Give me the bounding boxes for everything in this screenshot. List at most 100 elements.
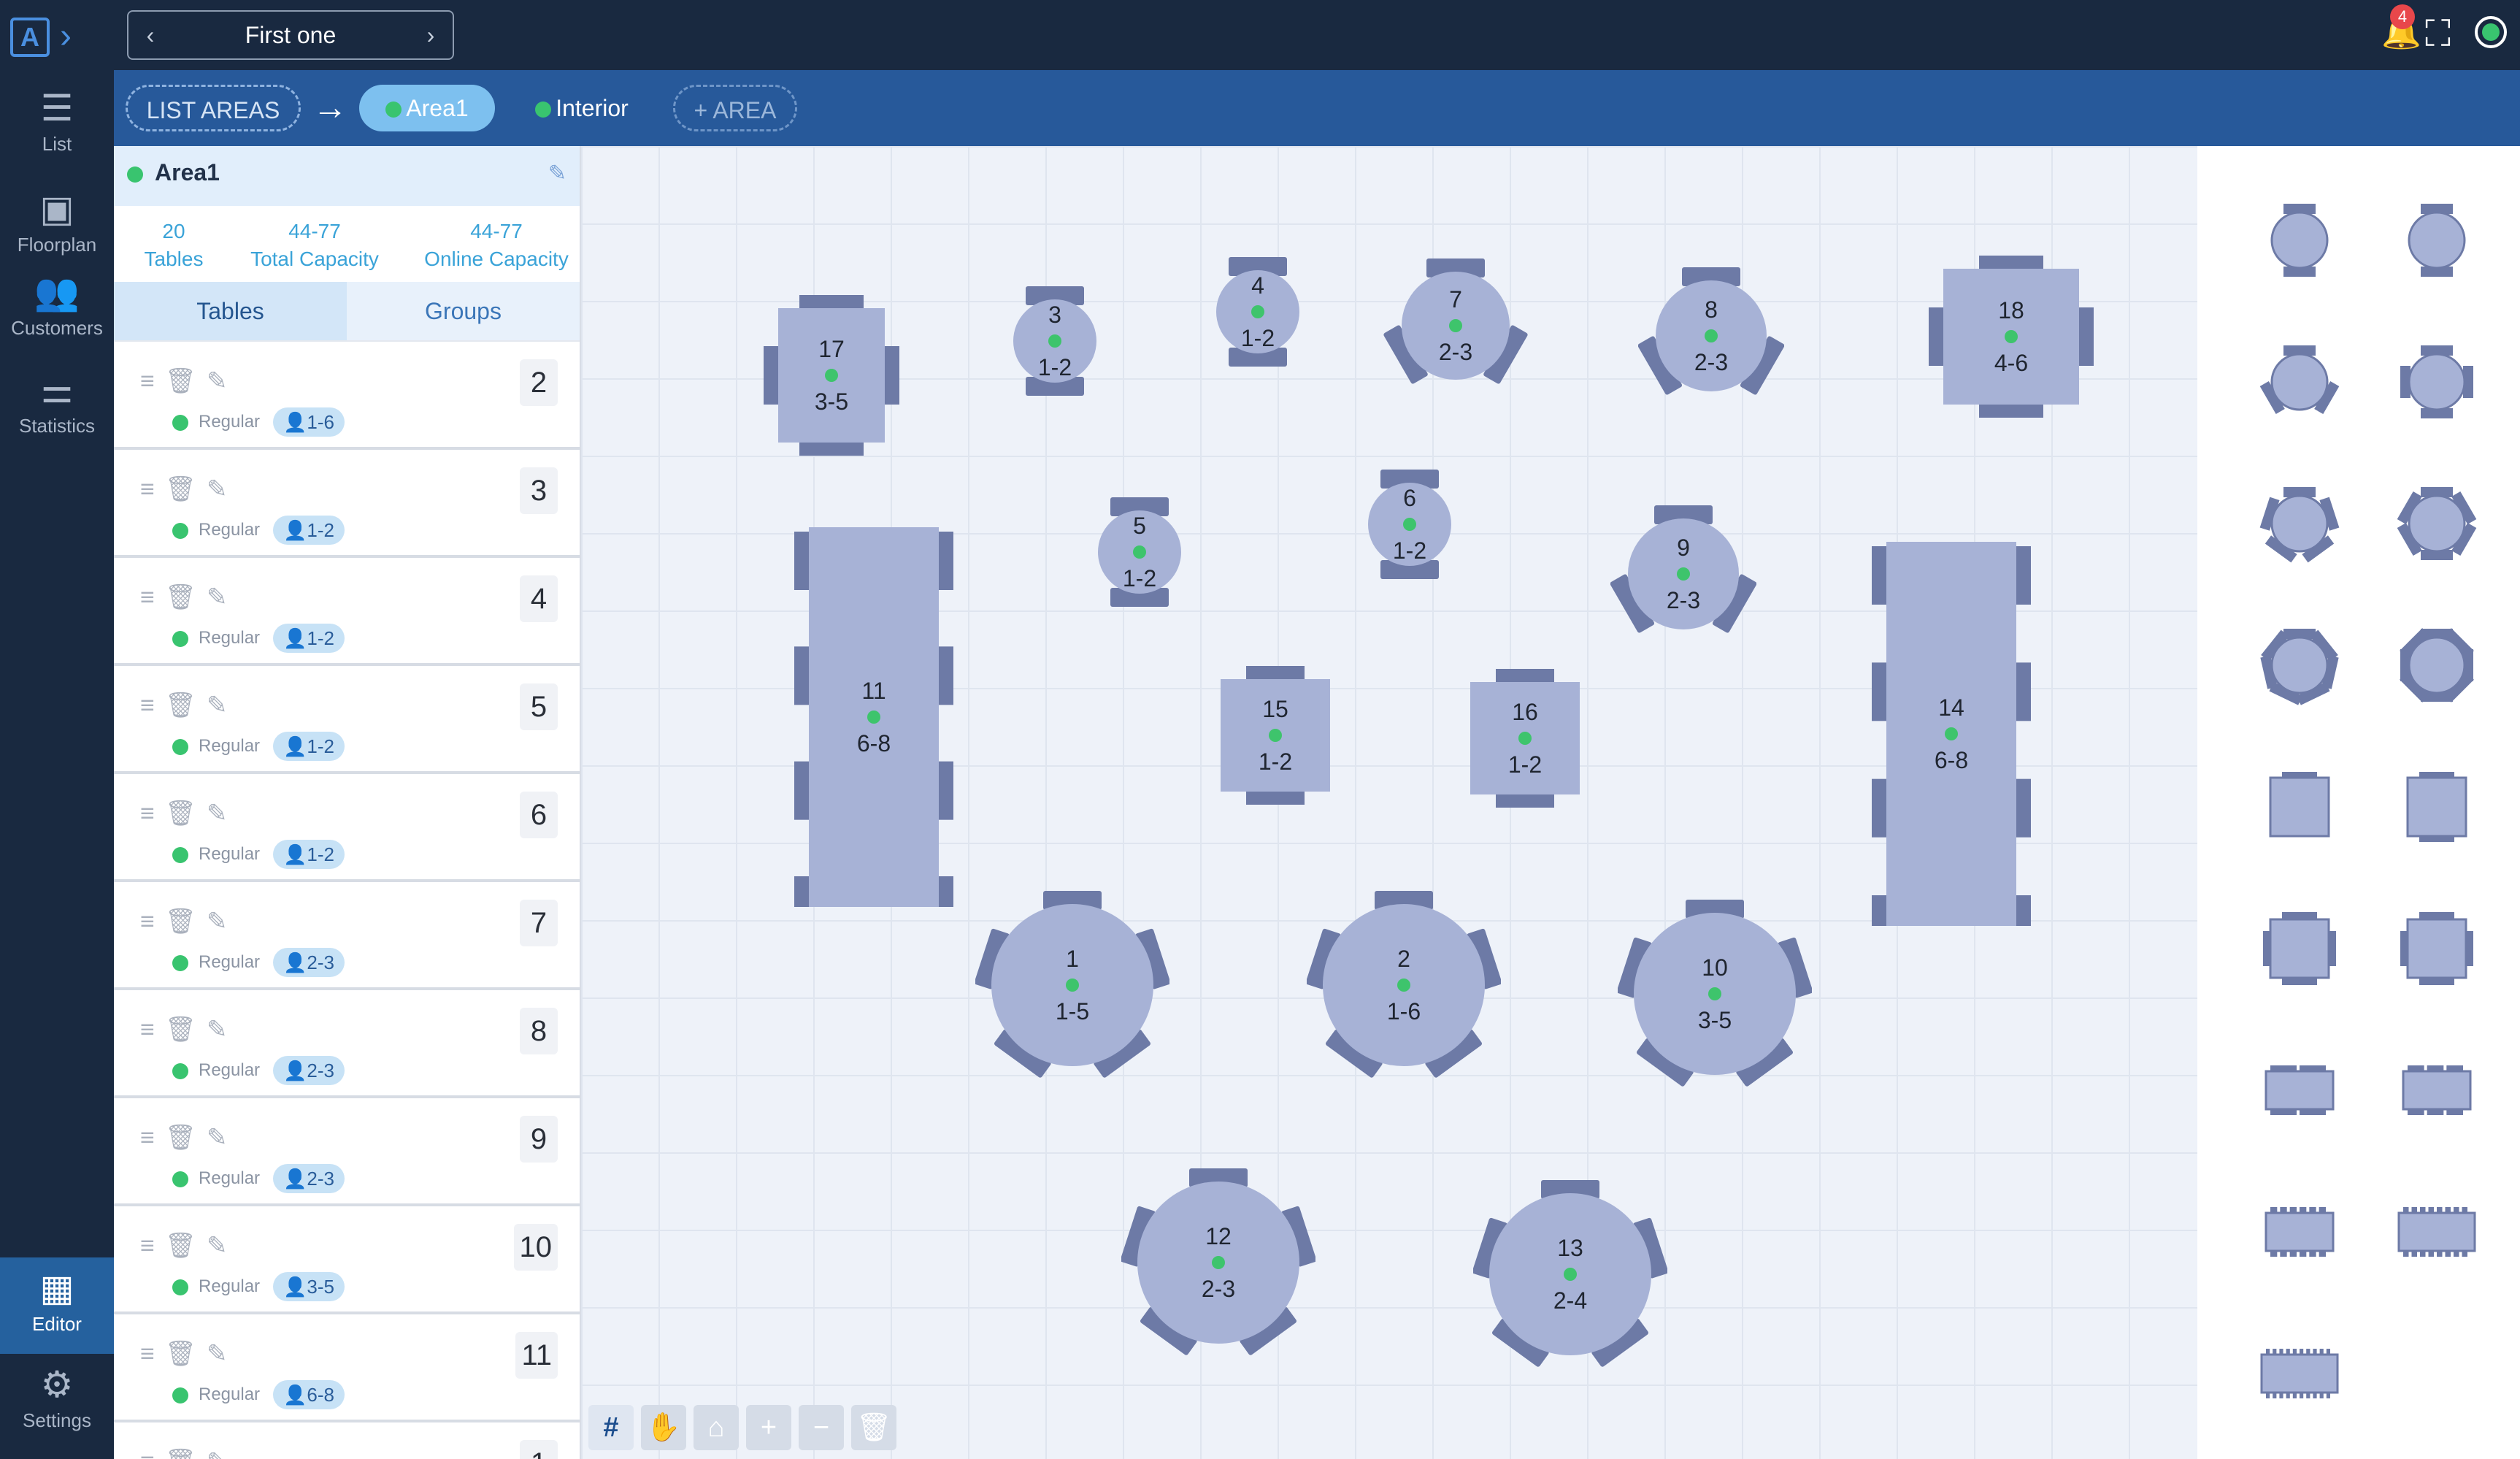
- table-4[interactable]: 4 1-2: [1203, 242, 1313, 381]
- table-11[interactable]: 11 6-8: [794, 527, 953, 907]
- online-status-icon[interactable]: [2475, 16, 2507, 48]
- palette-sq4[interactable]: [2256, 901, 2343, 996]
- table-row[interactable]: ≡🗑✎ 11 Regular 👤6-8: [114, 1314, 580, 1422]
- drag-handle-icon[interactable]: ≡: [140, 692, 165, 719]
- palette-round7[interactable]: [2256, 618, 2343, 713]
- table-row[interactable]: ≡🗑✎ 6 Regular 👤1-2: [114, 774, 580, 882]
- drag-handle-icon[interactable]: ≡: [140, 908, 165, 935]
- table-3[interactable]: 3 1-2: [1000, 272, 1110, 410]
- table-8[interactable]: 8 2-3: [1638, 264, 1784, 407]
- trash-icon[interactable]: 🗑: [165, 1340, 207, 1368]
- edit-icon[interactable]: ✎: [207, 1016, 238, 1043]
- table-18[interactable]: 18 4-6: [1929, 256, 2094, 418]
- table-row[interactable]: ≡🗑✎ 8 Regular 👤2-3: [114, 990, 580, 1098]
- edit-icon[interactable]: ✎: [207, 1448, 238, 1459]
- drag-handle-icon[interactable]: ≡: [140, 583, 165, 611]
- trash-icon[interactable]: 🗑: [165, 692, 207, 719]
- edit-icon[interactable]: ✎: [207, 1340, 238, 1368]
- table-row[interactable]: ≡🗑✎ 4 Regular 👤1-2: [114, 558, 580, 666]
- edit-icon[interactable]: ✎: [207, 367, 238, 395]
- floorplan-selector[interactable]: ‹ First one ›: [127, 10, 454, 60]
- trash-icon[interactable]: 🗑: [165, 1448, 207, 1459]
- palette-sq2[interactable]: [2393, 759, 2481, 854]
- drag-handle-icon[interactable]: ≡: [140, 475, 165, 503]
- trash-icon[interactable]: 🗑: [165, 1124, 207, 1152]
- trash-icon[interactable]: 🗑: [165, 908, 207, 935]
- table-1[interactable]: 1 1-5: [975, 888, 1169, 1082]
- table-2[interactable]: 2 1-6: [1307, 888, 1501, 1082]
- table-row[interactable]: ≡🗑✎ 7 Regular 👤2-3: [114, 882, 580, 990]
- table-row[interactable]: ≡🗑✎ 1 👤: [114, 1422, 580, 1459]
- edit-icon[interactable]: ✎: [207, 692, 238, 719]
- list-areas-button[interactable]: LIST AREAS: [126, 85, 301, 131]
- palette-sq1[interactable]: [2256, 759, 2343, 854]
- drag-handle-icon[interactable]: ≡: [140, 367, 165, 395]
- nav-statistics[interactable]: ⚌ Statistics: [0, 368, 114, 437]
- palette-round6[interactable]: [2393, 476, 2481, 571]
- nav-settings[interactable]: ⚙ Settings: [0, 1363, 114, 1432]
- table-17[interactable]: 17 3-5: [764, 295, 899, 456]
- trash-icon[interactable]: 🗑: [165, 367, 207, 395]
- table-7[interactable]: 7 2-3: [1383, 256, 1529, 396]
- drag-handle-icon[interactable]: ≡: [140, 1448, 165, 1459]
- drag-handle-icon[interactable]: ≡: [140, 1016, 165, 1043]
- tab-groups[interactable]: Groups: [347, 282, 580, 340]
- expand-chevron-icon[interactable]: ›: [60, 16, 72, 57]
- palette-rect2[interactable]: [2256, 1043, 2343, 1138]
- drag-handle-icon[interactable]: ≡: [140, 1340, 165, 1368]
- drag-handle-icon[interactable]: ≡: [140, 1232, 165, 1260]
- edit-pencil-icon[interactable]: ✎: [548, 161, 566, 186]
- table-9[interactable]: 9 2-3: [1610, 502, 1756, 646]
- palette-rect6[interactable]: [2256, 1184, 2343, 1279]
- trash-icon[interactable]: 🗑: [165, 800, 207, 827]
- table-14[interactable]: 14 6-8: [1872, 542, 2031, 926]
- table-10[interactable]: 10 3-5: [1618, 895, 1812, 1092]
- palette-round4[interactable]: [2393, 334, 2481, 429]
- palette-round3[interactable]: [2256, 334, 2343, 429]
- table-5[interactable]: 5 1-2: [1085, 480, 1194, 624]
- zoom-in-icon[interactable]: +: [746, 1405, 791, 1450]
- next-chevron-icon[interactable]: ›: [413, 12, 448, 58]
- edit-icon[interactable]: ✎: [207, 583, 238, 611]
- nav-list[interactable]: ☰ List: [0, 86, 114, 156]
- tab-tables[interactable]: Tables: [114, 282, 347, 340]
- edit-icon[interactable]: ✎: [207, 1124, 238, 1152]
- trash-icon[interactable]: 🗑: [165, 475, 207, 503]
- table-row[interactable]: ≡🗑✎ 9 Regular 👤2-3: [114, 1098, 580, 1206]
- area-tab-area1[interactable]: Area1: [359, 85, 495, 131]
- nav-floorplan[interactable]: ▣ Floorplan: [0, 187, 114, 256]
- table-row[interactable]: ≡🗑✎ 10 Regular 👤3-5: [114, 1206, 580, 1314]
- edit-icon[interactable]: ✎: [207, 475, 238, 503]
- nav-customers[interactable]: 👥 Customers: [0, 270, 114, 340]
- table-row[interactable]: ≡🗑✎ 5 Regular 👤1-2: [114, 666, 580, 774]
- nav-editor[interactable]: ▦ Editor: [0, 1257, 114, 1354]
- table-row[interactable]: ≡🗑✎ 2 Regular 👤1-6: [114, 342, 580, 450]
- palette-rect8[interactable]: [2393, 1184, 2481, 1279]
- edit-icon[interactable]: ✎: [207, 1232, 238, 1260]
- edit-icon[interactable]: ✎: [207, 800, 238, 827]
- table-15[interactable]: 15 1-2: [1221, 666, 1330, 805]
- area-tab-interior[interactable]: Interior: [520, 85, 644, 131]
- palette-round8[interactable]: [2393, 618, 2481, 713]
- edit-icon[interactable]: ✎: [207, 908, 238, 935]
- trash-icon[interactable]: 🗑: [851, 1405, 896, 1450]
- app-logo[interactable]: A: [10, 18, 50, 57]
- home-icon[interactable]: ⌂: [694, 1405, 739, 1450]
- trash-icon[interactable]: 🗑: [165, 1016, 207, 1043]
- hand-icon[interactable]: ✋: [641, 1405, 686, 1450]
- table-16[interactable]: 16 1-2: [1470, 669, 1580, 808]
- drag-handle-icon[interactable]: ≡: [140, 1124, 165, 1152]
- trash-icon[interactable]: 🗑: [165, 583, 207, 611]
- add-area-button[interactable]: + AREA: [673, 85, 797, 131]
- floorplan-canvas[interactable]: 17 3-5 3 1-2 4 1-2 7 2-3 8 2-3 18 4-6 5 1-2 6 1-2 9 2-3 11…: [581, 146, 2197, 1459]
- table-12[interactable]: 12 2-3: [1121, 1165, 1315, 1360]
- palette-sq4[interactable]: [2393, 901, 2481, 996]
- table-row[interactable]: ≡🗑✎ 3 Regular 👤1-2: [114, 450, 580, 558]
- palette-round5[interactable]: [2256, 476, 2343, 571]
- zoom-out-icon[interactable]: −: [799, 1405, 844, 1450]
- grid-icon[interactable]: #: [588, 1405, 634, 1450]
- drag-handle-icon[interactable]: ≡: [140, 800, 165, 827]
- table-13[interactable]: 13 2-4: [1473, 1176, 1667, 1373]
- palette-rect10[interactable]: [2256, 1326, 2343, 1421]
- table-6[interactable]: 6 1-2: [1355, 453, 1464, 596]
